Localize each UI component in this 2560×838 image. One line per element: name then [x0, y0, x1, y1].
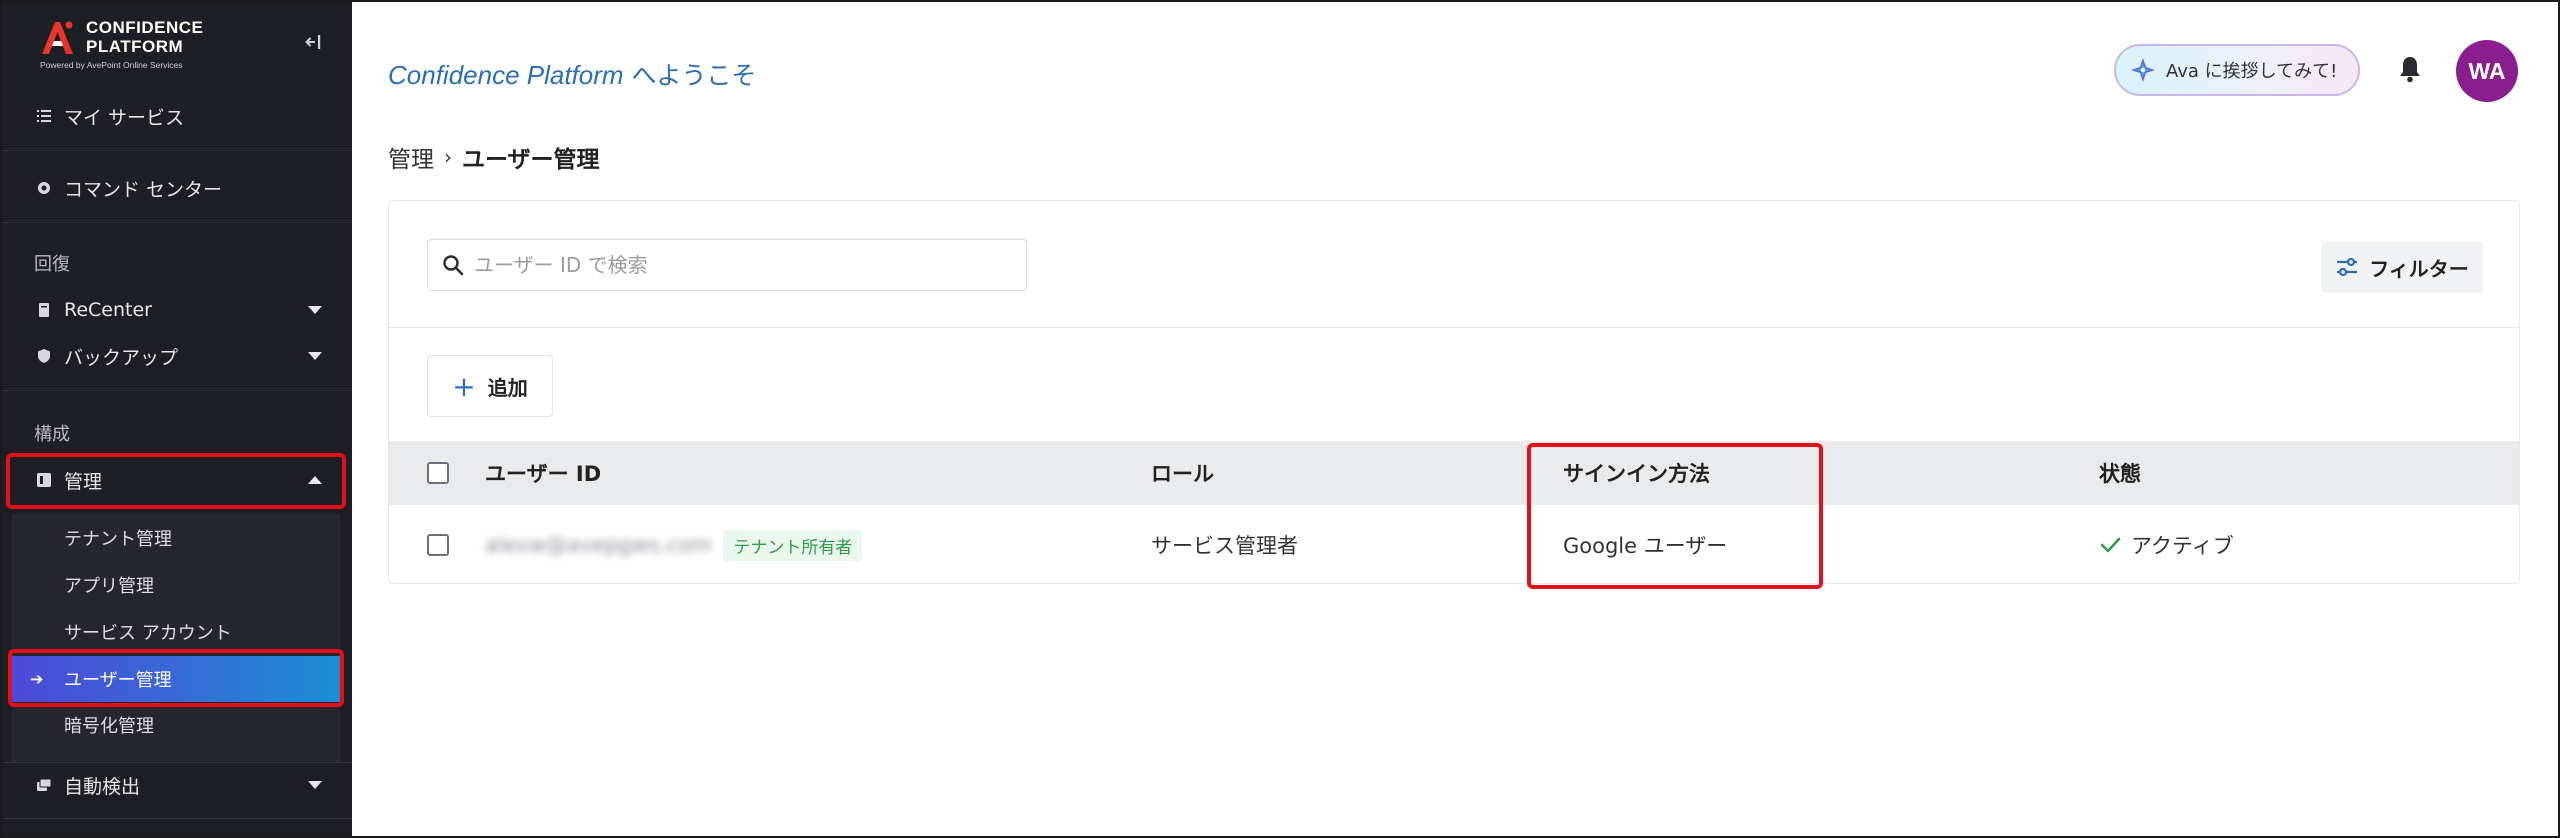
search-input[interactable] [474, 253, 1014, 277]
filter-button[interactable]: フィルター [2321, 241, 2483, 293]
logo-line1: CONFIDENCE [86, 18, 204, 37]
sub-item-encryption-management[interactable]: 暗号化管理 [0, 705, 340, 745]
cell-signin-method: Google ユーザー [1563, 534, 1728, 558]
sub-item-service-account[interactable]: サービス アカウント [0, 612, 340, 652]
status-label: アクティブ [2131, 534, 2234, 558]
bell-icon[interactable] [2396, 54, 2424, 84]
column-header-user-id[interactable]: ユーザー ID [485, 441, 601, 505]
chevron-down-icon [308, 781, 322, 789]
nav-auto-detect[interactable]: 自動検出 [0, 763, 352, 807]
nav-my-services-label: マイ サービス [64, 106, 185, 129]
collapse-sidebar-icon[interactable] [300, 32, 326, 58]
column-header-status[interactable]: 状態 [2099, 441, 2141, 505]
ava-chat-button[interactable]: Ava に挨拶してみて! [2114, 44, 2360, 96]
sub-item-label: ユーザー管理 [64, 670, 172, 691]
auto-detect-icon [34, 779, 54, 791]
checkmark-icon [2100, 537, 2121, 553]
cell-status: アクティブ [2099, 505, 2234, 585]
nav-backup[interactable]: バックアップ [0, 334, 352, 378]
section-config-label: 構成 [34, 424, 70, 445]
add-button-label: 追加 [487, 375, 528, 400]
user-list-card: フィルター + 追加 ユーザー ID ロール サインイン方法 状態 alexw@… [388, 200, 2520, 589]
nav-auto-detect-label: 自動検出 [64, 775, 141, 798]
filter-button-label: フィルター [2369, 256, 2469, 281]
sub-item-label: 暗号化管理 [64, 716, 154, 737]
welcome-title: Confidence Platform へようこそ [388, 56, 757, 92]
list-icon [34, 110, 54, 122]
sub-item-tenant-management[interactable]: テナント管理 [0, 518, 340, 558]
breadcrumb-parent[interactable]: 管理 [388, 140, 434, 174]
sidebar-divider [0, 222, 352, 223]
confidence-platform-logo[interactable]: CONFIDENCE PLATFORM Powered by AvePoint … [38, 16, 298, 74]
card-divider [389, 327, 2519, 328]
cell-role: サービス管理者 [1151, 534, 1298, 558]
nav-recenter[interactable]: ReCenter [0, 288, 352, 332]
add-button[interactable]: + 追加 [427, 355, 553, 417]
sub-item-label: サービス アカウント [64, 623, 232, 644]
recenter-icon [34, 303, 54, 317]
sub-item-app-management[interactable]: アプリ管理 [0, 565, 340, 605]
sidebar: CONFIDENCE PLATFORM Powered by AvePoint … [0, 0, 352, 838]
breadcrumb-current: ユーザー管理 [462, 147, 600, 173]
search-box[interactable] [427, 239, 1027, 291]
nav-backup-label: バックアップ [64, 346, 179, 369]
welcome-brand: Confidence Platform [388, 60, 624, 90]
breadcrumb-separator: › [444, 145, 452, 169]
tenant-owner-badge: テナント所有者 [723, 529, 863, 561]
nav-command-center[interactable]: コマンド センター [0, 166, 352, 210]
sidebar-divider [0, 818, 352, 819]
nav-my-services[interactable]: マイ サービス [0, 94, 352, 138]
arrow-right-icon: ➔ [30, 669, 44, 689]
ava-button-label: Ava に挨拶してみて! [2166, 61, 2338, 82]
search-icon [443, 255, 464, 276]
management-icon [34, 473, 54, 487]
nav-management[interactable]: 管理 [0, 458, 352, 502]
user-email: alexw@avepgws.com [485, 533, 712, 557]
avepoint-logo-icon [42, 21, 73, 54]
welcome-suffix: へようこそ [623, 61, 757, 90]
plus-icon: + [452, 369, 476, 403]
sub-item-label: テナント管理 [64, 529, 172, 550]
column-header-signin-method[interactable]: サインイン方法 [1563, 441, 1710, 505]
shield-icon [34, 349, 54, 363]
column-header-role[interactable]: ロール [1151, 441, 1214, 505]
sidebar-divider [0, 150, 352, 151]
sub-item-user-management[interactable]: ➔ ユーザー管理 [12, 656, 342, 702]
nav-recenter-label: ReCenter [64, 299, 152, 321]
filter-sliders-icon [2337, 257, 2358, 277]
chevron-down-icon [308, 352, 322, 360]
command-center-icon [34, 181, 54, 195]
user-avatar[interactable]: WA [2456, 40, 2518, 102]
main-content: Confidence Platform へようこそ Ava に挨拶してみて! W… [352, 0, 2560, 838]
sidebar-divider [0, 390, 352, 391]
logo-line2: PLATFORM [86, 37, 184, 56]
sub-item-label: アプリ管理 [64, 576, 154, 597]
chevron-down-icon [308, 306, 322, 314]
section-recovery-label: 回復 [34, 254, 70, 275]
table-header: ユーザー ID ロール サインイン方法 状態 [389, 441, 2519, 505]
nav-management-label: 管理 [64, 470, 103, 493]
logo-powered-by: Powered by AvePoint Online Services [40, 60, 183, 70]
breadcrumb: 管理 › ユーザー管理 [388, 140, 600, 174]
select-all-checkbox[interactable] [427, 462, 449, 484]
cell-user-id: alexw@avepgws.com テナント所有者 [485, 505, 863, 585]
table-row[interactable]: alexw@avepgws.com テナント所有者 サービス管理者 Google… [389, 505, 2519, 585]
chevron-up-icon [308, 476, 322, 484]
nav-command-center-label: コマンド センター [64, 178, 223, 201]
ava-sparkle-icon [2131, 58, 2155, 82]
row-checkbox[interactable] [427, 534, 449, 556]
